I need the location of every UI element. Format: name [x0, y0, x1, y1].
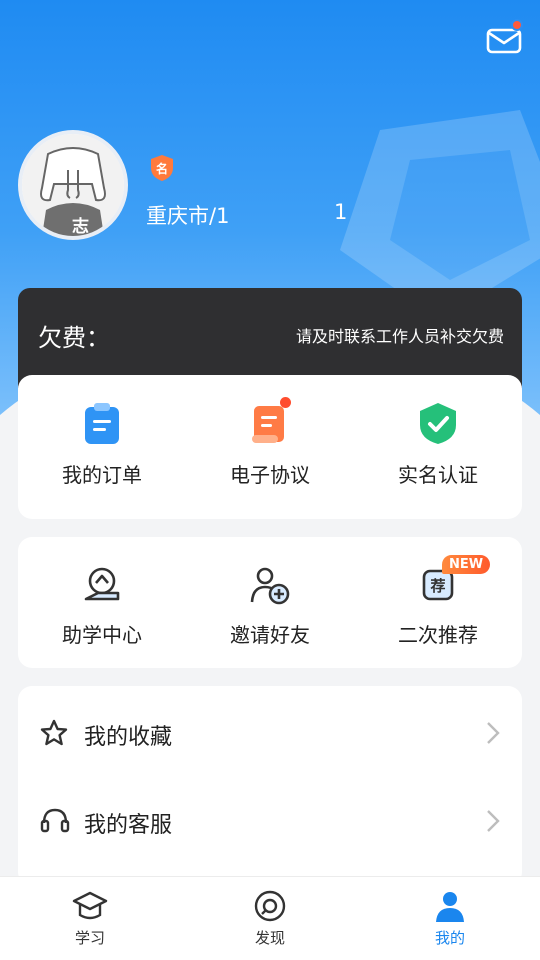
recommend-again-button[interactable]: 荐 二次推荐 [354, 565, 522, 648]
e-agreement-label: 电子协议 [230, 463, 310, 487]
avatar[interactable]: 志 [18, 130, 128, 240]
tools-card: 助学中心 邀请好友 荐 二次推荐 NEW [18, 537, 522, 668]
debt-label: 欠费： [38, 324, 110, 352]
customer-service-row[interactable]: 我的客服 [18, 776, 522, 866]
chevron-right-icon [487, 810, 500, 832]
tab-study-label: 学习 [74, 929, 105, 947]
user-icon [436, 892, 464, 922]
order-icon [85, 403, 119, 444]
favorites-label: 我的收藏 [84, 725, 173, 750]
favorites-row[interactable]: 我的收藏 [18, 688, 522, 778]
tab-study[interactable]: 学习 [40, 889, 140, 948]
recommend-again-label: 二次推荐 [398, 623, 478, 647]
invite-friend-icon [250, 567, 290, 605]
e-agreement-button[interactable]: 电子协议 [186, 401, 354, 488]
menu-list: 我的收藏 我的客服 [18, 686, 522, 886]
study-center-label: 助学中心 [62, 623, 142, 647]
bottom-tab-bar: 学习 发现 我的 [0, 876, 540, 960]
compass-icon [254, 890, 286, 922]
study-help-icon [84, 567, 120, 601]
graduation-cap-icon [72, 891, 108, 920]
avatar-label: 志 [72, 217, 89, 237]
tab-discover[interactable]: 发现 [220, 889, 320, 948]
chevron-right-icon [487, 722, 500, 744]
unread-dot [511, 19, 523, 31]
user-location-suffix: 1 [334, 200, 348, 224]
real-name-verify-label: 实名认证 [398, 463, 478, 487]
tab-discover-label: 发现 [254, 929, 285, 947]
tab-mine[interactable]: 我的 [400, 889, 500, 948]
star-icon [40, 719, 68, 746]
services-card: 我的订单 电子协议 实名认证 [18, 375, 522, 519]
headset-icon [40, 808, 70, 833]
my-orders-button[interactable]: 我的订单 [18, 401, 186, 488]
badge-label: 名 [156, 162, 169, 176]
study-center-button[interactable]: 助学中心 [18, 565, 186, 648]
user-location: 重庆市/1 [146, 204, 230, 228]
debt-note: 请及时联系工作人员补交欠费 [295, 327, 504, 346]
new-tag: NEW [442, 555, 491, 574]
invite-friends-label: 邀请好友 [230, 623, 310, 647]
svg-text:荐: 荐 [429, 577, 445, 595]
real-name-verify-button[interactable]: 实名认证 [354, 401, 522, 488]
tab-mine-label: 我的 [434, 929, 465, 947]
verified-shield-icon [420, 403, 456, 444]
invite-friends-button[interactable]: 邀请好友 [186, 565, 354, 648]
agreement-notice-dot [280, 397, 291, 408]
my-orders-label: 我的订单 [62, 463, 142, 487]
customer-service-label: 我的客服 [84, 813, 173, 838]
debt-banner[interactable]: 欠费： 请及时联系工作人员补交欠费 [18, 288, 522, 388]
